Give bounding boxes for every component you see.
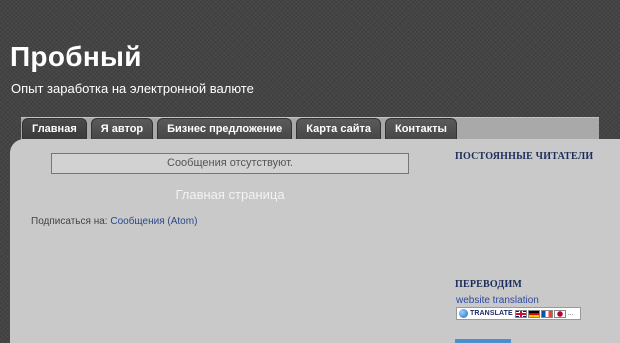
site-title[interactable]: Пробный xyxy=(10,41,142,73)
jp-flag-icon[interactable] xyxy=(553,309,566,318)
translate-heading: ПЕРЕВОДИМ xyxy=(455,279,523,290)
de-flag-icon[interactable] xyxy=(527,309,540,318)
atom-feed-link[interactable]: Сообщения (Atom) xyxy=(110,216,197,227)
followers-heading: ПОСТОЯННЫЕ ЧИТАТЕЛИ xyxy=(455,151,594,162)
tab-business-offer[interactable]: Бизнес предложение xyxy=(157,118,293,139)
subscribe-line: Подписаться на: Сообщения (Atom) xyxy=(31,216,197,227)
site-description: Опыт заработка на электронной валюте xyxy=(11,81,254,96)
main-nav: Главная Я автор Бизнес предложение Карта… xyxy=(22,118,457,139)
tab-author[interactable]: Я автор xyxy=(90,118,154,139)
translate-widget[interactable]: TRANSLATE … xyxy=(456,307,581,320)
subscribe-label: Подписаться на: xyxy=(31,216,108,227)
translate-label: TRANSLATE xyxy=(470,310,513,317)
website-translation-link[interactable]: website translation xyxy=(456,295,539,306)
home-page-link[interactable]: Главная страница xyxy=(51,187,409,202)
globe-icon xyxy=(459,309,468,318)
tab-contacts[interactable]: Контакты xyxy=(385,118,457,139)
more-icon[interactable]: … xyxy=(568,311,574,317)
tab-sitemap[interactable]: Карта сайта xyxy=(296,118,381,139)
partial-widget-strip xyxy=(455,339,511,343)
fr-flag-icon[interactable] xyxy=(540,309,553,318)
tab-home[interactable]: Главная xyxy=(22,118,87,139)
no-posts-notice: Сообщения отсутствуют. xyxy=(51,153,409,174)
uk-flag-icon[interactable] xyxy=(514,309,527,318)
